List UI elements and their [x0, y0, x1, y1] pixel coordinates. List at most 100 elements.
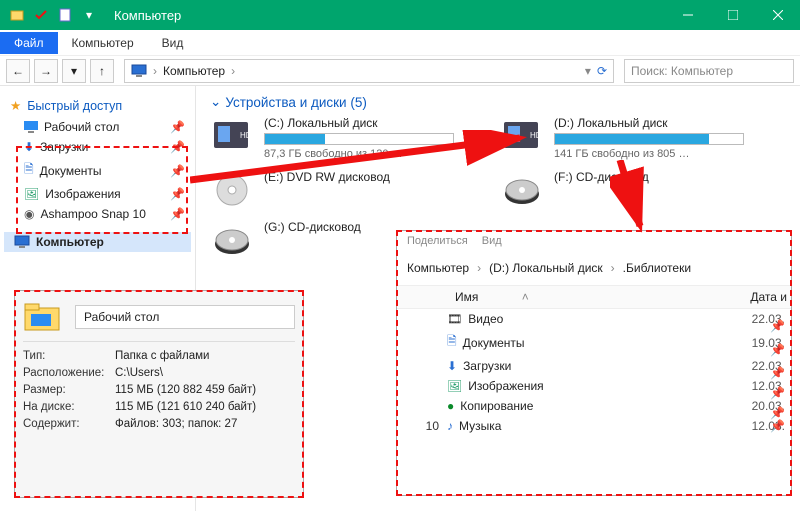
sidebar-item-desktop[interactable]: Рабочий стол 📌 [4, 117, 191, 137]
prop-size-label: Размер: [23, 384, 115, 396]
sidebar-item-pictures[interactable]: 🖼 Изображения 📌 [4, 184, 191, 204]
window-title: Компьютер [114, 8, 181, 23]
list-item-label: Загрузки [463, 359, 511, 373]
drive-info-text: 87,3 ГБ свободно из 120 … [264, 148, 470, 160]
list-item-label: Видео [468, 312, 503, 326]
col-name[interactable]: Имя ˄ [447, 286, 731, 308]
pin-icon: 📌 [770, 366, 785, 380]
sidebar-item-downloads[interactable]: ⬇ Загрузки 📌 [4, 137, 191, 157]
section-title: Устройства и диски (5) [225, 95, 367, 110]
sidebar-item-label: Ashampoo Snap 10 [40, 207, 145, 221]
drive-d[interactable]: HD (D:) Локальный диск 141 ГБ свободно и… [500, 116, 760, 160]
drive-f[interactable]: (F:) CD-дисковод [500, 170, 760, 210]
drive-name: (C:) Локальный диск [264, 116, 470, 130]
list-item[interactable]: 📌🗎Документы19.03. [397, 329, 791, 356]
pin-icon: 📌 [170, 164, 185, 178]
list-item-label: Музыка [459, 419, 501, 433]
picture-icon: 🖼 [447, 379, 462, 393]
list-item[interactable]: 10 📌♪Музыка12.03. [397, 416, 791, 436]
qat-dropdown-icon[interactable]: ▾ [78, 4, 100, 26]
address-dropdown-icon[interactable]: ▾ [585, 64, 591, 78]
list-item[interactable]: 📌🎞Видео22.03. [397, 309, 791, 329]
drive-usage-bar [264, 133, 454, 145]
drive-c[interactable]: HD (C:) Локальный диск 87,3 ГБ свободно … [210, 116, 470, 160]
minimize-button[interactable] [665, 0, 710, 30]
subwin-column-headers[interactable]: Имя ˄ Дата и [397, 286, 791, 309]
nav-up-button[interactable]: ↑ [90, 59, 114, 83]
drive-name: (F:) CD-дисковод [554, 170, 760, 184]
close-button[interactable] [755, 0, 800, 30]
menubar: Файл Компьютер Вид [0, 30, 800, 56]
menu-file[interactable]: Файл [0, 32, 58, 54]
nav-forward-button[interactable]: → [34, 59, 58, 83]
menu-computer[interactable]: Компьютер [58, 32, 148, 54]
subwin-crumb-b[interactable]: (D:) Локальный диск [489, 261, 603, 275]
list-item-label: Изображения [468, 379, 543, 393]
pin-icon: 📌 [770, 343, 785, 357]
qat-folder-icon[interactable] [6, 4, 28, 26]
prop-disk-label: На диске: [23, 401, 115, 413]
list-item[interactable]: 📌⬇Загрузки22.03. [397, 356, 791, 376]
video-icon: 🎞 [447, 312, 462, 326]
chevron-right-icon: › [231, 64, 235, 78]
list-item[interactable]: 📌🖼Изображения12.03. [397, 376, 791, 396]
maximize-button[interactable] [710, 0, 755, 30]
subwin-crumb-c[interactable]: .Библиотеки [623, 261, 691, 275]
pc-icon [14, 235, 30, 249]
pin-icon: 📌 [770, 406, 785, 420]
toolbar: ← → ▾ ↑ › Компьютер › ▾ ⟳ Поиск: Компьют… [0, 56, 800, 86]
picture-icon: 🖼 [24, 187, 39, 201]
svg-text:HD: HD [530, 131, 542, 140]
menu-view[interactable]: Вид [148, 32, 198, 54]
breadcrumb-root[interactable]: Компьютер [163, 64, 225, 78]
pin-icon: 📌 [170, 120, 185, 134]
properties-name-field[interactable]: Рабочий стол [75, 305, 295, 329]
refresh-icon[interactable]: ⟳ [597, 64, 607, 78]
subwin-tab-share[interactable]: Поделиться [407, 235, 468, 247]
cd-icon [500, 170, 544, 210]
subwin-tab-view[interactable]: Вид [482, 235, 502, 247]
search-input[interactable]: Поиск: Компьютер [624, 59, 794, 83]
sidebar-item-documents[interactable]: 🗎 Документы 📌 [4, 157, 191, 184]
drive-name: (E:) DVD RW дисковод [264, 170, 470, 184]
list-item[interactable]: 📌●Копирование20.03. [397, 396, 791, 416]
address-bar[interactable]: › Компьютер › ▾ ⟳ [124, 59, 614, 83]
chevron-right-icon: › [153, 64, 157, 78]
drive-info-text: 141 ГБ свободно из 805 … [554, 148, 760, 160]
pin-icon: 📌 [770, 386, 785, 400]
sidebar-item-label: Загрузки [40, 140, 88, 154]
star-icon: ★ [10, 98, 21, 113]
item-count: 10 [426, 419, 439, 433]
sidebar-quick-access[interactable]: ★ Быстрый доступ [4, 94, 191, 117]
prop-type-value: Папка с файлами [115, 350, 295, 362]
dvd-icon [210, 170, 254, 210]
section-devices-header[interactable]: ⌄ Устройства и диски (5) [210, 94, 790, 110]
list-item-label: Документы [463, 336, 525, 350]
download-icon: ⬇ [24, 140, 34, 154]
nav-back-button[interactable]: ← [6, 59, 30, 83]
qat-doc-icon[interactable] [54, 4, 76, 26]
prop-contains-label: Содержит: [23, 418, 115, 430]
sidebar-item-ashampoo[interactable]: ◉ Ashampoo Snap 10 📌 [4, 204, 191, 224]
nav-history-button[interactable]: ▾ [62, 59, 86, 83]
document-icon: 🗎 [24, 160, 34, 181]
pin-icon: 📌 [170, 140, 185, 154]
drive-name: (D:) Локальный диск [554, 116, 760, 130]
list-item-label: Копирование [460, 399, 533, 413]
prop-size-value: 115 МБ (120 882 459 байт) [115, 384, 295, 396]
prop-type-label: Тип: [23, 350, 115, 362]
drive-e[interactable]: (E:) DVD RW дисковод [210, 170, 470, 210]
music-icon: ♪ [447, 419, 453, 433]
dot-icon: ● [447, 399, 454, 413]
pc-icon [131, 64, 147, 78]
titlebar: ▾ Компьютер [0, 0, 800, 30]
subwin-crumb-a[interactable]: Компьютер [407, 261, 469, 275]
pin-icon: 📌 [170, 207, 185, 221]
subwin-address-bar[interactable]: Компьютер› (D:) Локальный диск› .Библиот… [397, 251, 791, 286]
desktop-icon [24, 121, 38, 133]
document-icon: 🗎 [447, 332, 457, 353]
col-date[interactable]: Дата и [731, 286, 791, 308]
prop-location-label: Расположение: [23, 367, 115, 379]
sidebar-item-computer[interactable]: Компьютер [4, 232, 191, 252]
qat-check-icon[interactable] [30, 4, 52, 26]
